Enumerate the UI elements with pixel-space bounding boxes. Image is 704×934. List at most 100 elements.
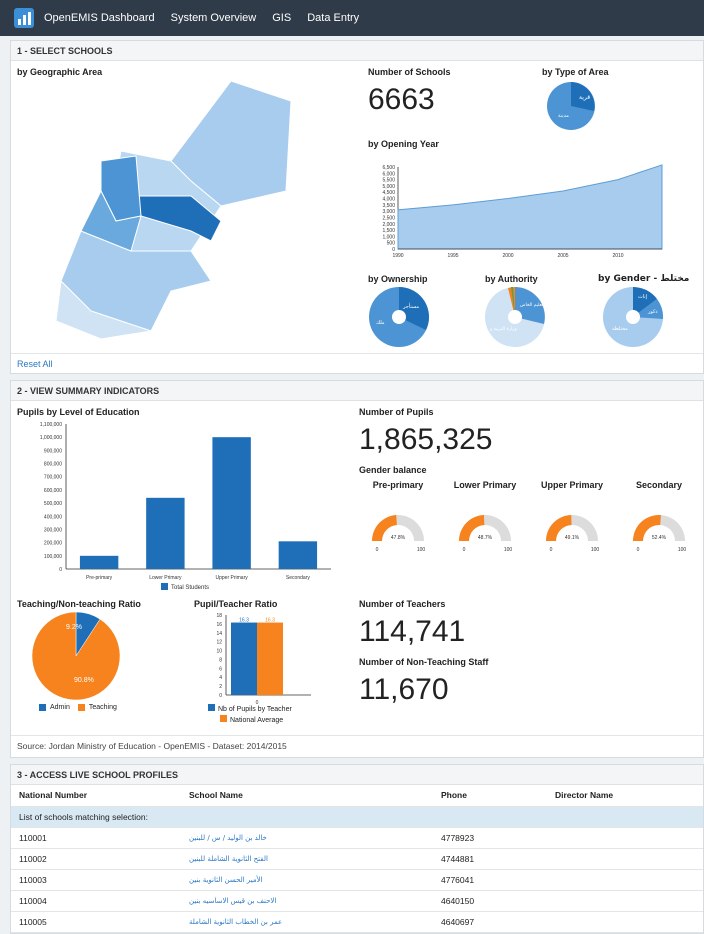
nav-brand-link[interactable]: OpenEMIS Dashboard bbox=[44, 12, 155, 24]
bar bbox=[231, 622, 257, 695]
ratio-legend: Nb of Pupils by Teacher National Average bbox=[208, 704, 292, 726]
gender-slice-3: مختلطة bbox=[612, 326, 628, 332]
table-row[interactable]: 110005 عمر بن الخطاب الثانوية الشاملة 4640… bbox=[11, 911, 703, 933]
ownership-slice-2: ملك bbox=[376, 320, 385, 326]
cell-director bbox=[547, 890, 703, 912]
y-tick-label: 4,000 bbox=[382, 197, 395, 203]
cell-national-number: 110002 bbox=[11, 848, 181, 870]
y-tick-label: 14 bbox=[216, 631, 222, 637]
x-tick-label: 1990 bbox=[392, 253, 403, 259]
teachers-count-label: Number of Teachers bbox=[359, 599, 446, 609]
y-tick-label: 1,000,000 bbox=[40, 435, 62, 441]
cell-phone: 4778923 bbox=[433, 827, 547, 849]
legend-swatch-total bbox=[161, 583, 168, 590]
column-national-number[interactable]: National Number bbox=[11, 785, 181, 807]
bar bbox=[212, 437, 251, 569]
bar-value-label: 16.3 bbox=[239, 618, 249, 624]
opening-year-label: by Opening Year bbox=[368, 139, 439, 149]
pupils-level-bar-chart[interactable]: 1,100,000 1,000,000 900,000 800,000 700,000 6… bbox=[11, 419, 341, 599]
bar bbox=[278, 541, 318, 569]
table-row[interactable]: 110003 الأمير الحسن الثانوية بنين 4776041 bbox=[11, 869, 703, 891]
gender-donut[interactable]: إناث ذكور مختلطة bbox=[602, 286, 664, 348]
bar bbox=[146, 497, 185, 569]
section-3-title: 3 - ACCESS LIVE SCHOOL PROFILES bbox=[11, 765, 703, 785]
cell-national-number: 110003 bbox=[11, 869, 181, 891]
nav-system-overview[interactable]: System Overview bbox=[171, 12, 257, 24]
authority-label: by Authority bbox=[485, 274, 538, 284]
y-tick-label: 12 bbox=[216, 640, 222, 646]
teaching-ratio-pie[interactable]: 9.2% 90.8% bbox=[31, 611, 151, 716]
y-tick-label: 16 bbox=[216, 622, 222, 628]
cell-school-name-link[interactable]: عمر بن الخطاب الثانوية الشاملة bbox=[181, 911, 433, 933]
pupil-teacher-ratio-label: Pupil/Teacher Ratio bbox=[194, 599, 278, 609]
nav-gis[interactable]: GIS bbox=[272, 12, 291, 24]
y-tick-label: 2,000 bbox=[382, 222, 395, 228]
cell-director bbox=[547, 911, 703, 933]
legend-admin: Admin bbox=[50, 704, 70, 711]
cell-school-name-link[interactable]: الأمير الحسن الثانوية بنين bbox=[181, 869, 433, 891]
x-tick-label: 2005 bbox=[557, 253, 568, 259]
cell-school-name-link[interactable]: خالد بن الوليد / س / للبنين bbox=[181, 827, 433, 849]
gender-gauge: 52.4% 0 100 bbox=[633, 515, 687, 553]
x-tick-label: Secondary bbox=[286, 575, 310, 581]
ownership-label: by Ownership bbox=[368, 274, 428, 284]
gauge-max: 100 bbox=[504, 547, 513, 553]
legend-total-students: Total Students bbox=[171, 585, 209, 591]
gauge-max: 100 bbox=[678, 547, 687, 553]
dashboard-logo-icon[interactable] bbox=[14, 8, 34, 28]
y-tick-label: 6,000 bbox=[382, 171, 395, 177]
type-area-slice-2: مدينة bbox=[558, 113, 569, 119]
cell-school-name-link[interactable]: الفتح الثانوية الشاملة للبنين bbox=[181, 848, 433, 870]
y-tick-label: 4,500 bbox=[382, 190, 395, 196]
legend-national-average: National Average bbox=[230, 717, 284, 724]
selection-row: List of schools matching selection: bbox=[11, 806, 703, 828]
y-tick-label: 4 bbox=[219, 675, 222, 681]
y-tick-label: 400,000 bbox=[44, 514, 62, 520]
select-schools-panel: 1 - SELECT SCHOOLS by Geographic Area Nu… bbox=[10, 40, 704, 374]
cell-national-number: 110001 bbox=[11, 827, 181, 849]
gauge-min: 0 bbox=[637, 547, 640, 553]
x-tick-label: 2010 bbox=[612, 253, 623, 259]
authority-donut[interactable]: التعليم الخاص وزارة التربية و bbox=[484, 286, 546, 348]
column-director-name[interactable]: Director Name bbox=[547, 785, 703, 807]
gauge-min: 0 bbox=[376, 547, 379, 553]
teaching-ratio-legend: Admin Teaching bbox=[39, 704, 117, 711]
school-profiles-table: National Number School Name Phone Direct… bbox=[11, 785, 703, 933]
gender-gauge: 49.1% 0 100 bbox=[546, 515, 600, 553]
ownership-donut[interactable]: مستأجر ملك bbox=[368, 286, 430, 348]
gender-slice-1: إناث bbox=[638, 294, 648, 300]
x-tick-label: 2000 bbox=[502, 253, 513, 259]
y-tick-label: 2 bbox=[219, 684, 222, 690]
y-tick-label: 10 bbox=[216, 649, 222, 655]
table-row[interactable]: 110002 الفتح الثانوية الشاملة للبنين 47448… bbox=[11, 848, 703, 870]
y-tick-label: 8 bbox=[219, 657, 222, 663]
reset-all-link[interactable]: Reset All bbox=[17, 359, 53, 369]
cell-school-name-link[interactable]: الاحنف بن قيس الاساسيه بنين bbox=[181, 890, 433, 912]
summary-indicators-panel: 2 - VIEW SUMMARY INDICATORS Pupils by Le… bbox=[10, 380, 704, 758]
geo-area-label: by Geographic Area bbox=[17, 67, 103, 77]
pupils-count-value: 1,865,325 bbox=[359, 423, 493, 456]
cell-phone: 4744881 bbox=[433, 848, 547, 870]
nav-data-entry[interactable]: Data Entry bbox=[307, 12, 359, 24]
y-tick-label: 1,100,000 bbox=[40, 422, 62, 428]
cell-director bbox=[547, 848, 703, 870]
area-series bbox=[397, 164, 663, 250]
jordan-map[interactable] bbox=[41, 81, 341, 341]
column-phone[interactable]: Phone bbox=[433, 785, 547, 807]
table-row[interactable]: 110004 الاحنف بن قيس الاساسيه بنين 4640150 bbox=[11, 890, 703, 912]
table-row[interactable]: 110001 خالد بن الوليد / س / للبنين 4778923 bbox=[11, 827, 703, 849]
section-1-title: 1 - SELECT SCHOOLS bbox=[11, 41, 703, 61]
cell-director bbox=[547, 869, 703, 891]
type-area-pie[interactable]: قرية مدينة bbox=[546, 81, 596, 131]
column-school-name[interactable]: School Name bbox=[181, 785, 433, 807]
y-tick-label: 6 bbox=[219, 666, 222, 672]
section-2-title: 2 - VIEW SUMMARY INDICATORS bbox=[11, 381, 703, 401]
legend-swatch-national bbox=[220, 715, 227, 722]
y-tick-label: 3,000 bbox=[382, 209, 395, 215]
opening-year-area-chart[interactable]: 6,5006,0005,5005,0004,5004,0003,5003,000… bbox=[366, 161, 666, 261]
pupil-teacher-ratio-chart[interactable]: 18161412108642016.3 16.30 bbox=[201, 609, 321, 704]
authority-slice-1: التعليم الخاص bbox=[520, 303, 546, 308]
bar bbox=[257, 622, 283, 695]
gauge-max: 100 bbox=[591, 547, 600, 553]
y-tick-label: 0 bbox=[219, 693, 222, 699]
